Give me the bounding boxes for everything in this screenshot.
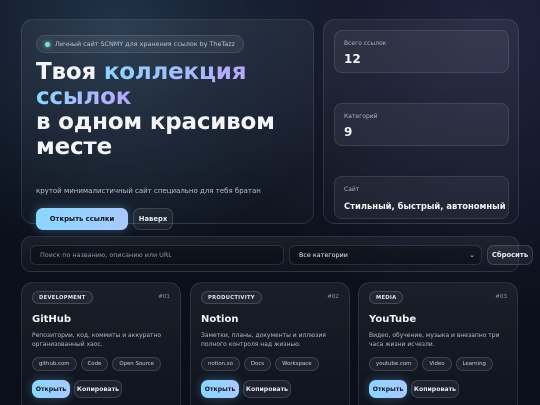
chip: Code bbox=[80, 357, 109, 371]
card-number: #03 bbox=[495, 294, 507, 300]
copy-button[interactable]: Копировать bbox=[74, 380, 122, 398]
stat-value: Стильный, быстрый, автономный bbox=[344, 201, 506, 211]
reset-button[interactable]: Сбросить bbox=[487, 245, 533, 265]
stat-label: Всего ссылок bbox=[344, 40, 387, 47]
search-input[interactable]: Поиск по названию, описанию или URL bbox=[30, 245, 284, 265]
site-badge: Личный сайт SCNMY для хранения ссылок by… bbox=[36, 35, 244, 53]
chip: Video bbox=[422, 357, 452, 371]
category-tag: DEVELOPMENT bbox=[32, 291, 93, 304]
chevron-down-icon: ⌄ bbox=[469, 251, 475, 259]
link-card-github: DEVELOPMENT #01 GitHub Репозитории, код,… bbox=[21, 282, 181, 405]
card-number: #01 bbox=[158, 294, 170, 300]
chip-list: github.com Code Open Source bbox=[32, 357, 161, 371]
filter-bar: Поиск по названию, описанию или URL Все … bbox=[21, 236, 533, 272]
card-description: Видео, обучение, музыка и внезапно три ч… bbox=[369, 332, 500, 348]
chip-list: notion.so Docs Workspace bbox=[201, 357, 319, 371]
stat-total-links: Всего ссылок 12 bbox=[334, 30, 509, 73]
chip: Workspace bbox=[275, 357, 319, 371]
hero-title-word: Твоя bbox=[36, 59, 97, 85]
copy-button[interactable]: Копировать bbox=[243, 380, 291, 398]
hero-subtitle: крутой минималистичный сайт специально д… bbox=[36, 187, 261, 195]
open-button[interactable]: Открыть bbox=[32, 380, 70, 398]
site-badge-text: Личный сайт SCNMY для хранения ссылок by… bbox=[55, 40, 235, 48]
hero-title-line: месте bbox=[36, 134, 112, 160]
chip: notion.so bbox=[201, 357, 240, 371]
chip: Docs bbox=[243, 357, 272, 371]
hero-title-highlight: ссылок bbox=[36, 84, 132, 110]
stats-panel: Всего ссылок 12 Категорий 9 Сайт Стильны… bbox=[323, 19, 519, 224]
chip: github.com bbox=[32, 357, 77, 371]
category-tag: MEDIA bbox=[369, 291, 404, 304]
stat-site: Сайт Стильный, быстрый, автономный bbox=[334, 176, 509, 219]
open-links-button[interactable]: Открыть ссылки bbox=[36, 208, 128, 230]
open-button[interactable]: Открыть bbox=[201, 380, 239, 398]
card-title: GitHub bbox=[32, 314, 72, 325]
link-card-youtube: MEDIA #03 YouTube Видео, обучение, музык… bbox=[358, 282, 518, 405]
hero-title-line: в одном красивом bbox=[36, 109, 275, 135]
category-select-value: Все категории bbox=[299, 251, 348, 259]
stat-label: Категорий bbox=[344, 113, 378, 120]
chip: Learning bbox=[455, 357, 493, 371]
chip: Open Source bbox=[112, 357, 161, 371]
card-description: Заметки, планы, документы и иллюзия полн… bbox=[201, 332, 326, 348]
chip: youtube.com bbox=[369, 357, 419, 371]
copy-button[interactable]: Копировать bbox=[411, 380, 459, 398]
card-description: Репозитории, код, коммиты и аккуратно ор… bbox=[32, 332, 162, 348]
category-select[interactable]: Все категории ⌄ bbox=[289, 245, 482, 265]
status-dot-icon bbox=[45, 41, 50, 47]
category-tag: PRODUCTIVITY bbox=[201, 291, 262, 304]
back-to-top-button[interactable]: Наверх bbox=[133, 208, 173, 230]
link-card-notion: PRODUCTIVITY #02 Notion Заметки, планы, … bbox=[190, 282, 350, 405]
stat-value: 9 bbox=[344, 125, 353, 139]
chip-list: youtube.com Video Learning bbox=[369, 357, 493, 371]
hero-title: Твоя коллекция ссылок в одном красивом м… bbox=[36, 60, 306, 160]
card-title: Notion bbox=[201, 314, 239, 325]
stat-label: Сайт bbox=[344, 186, 360, 193]
card-number: #02 bbox=[327, 294, 339, 300]
stat-categories: Категорий 9 bbox=[334, 103, 509, 146]
card-title: YouTube bbox=[369, 314, 417, 325]
hero-panel: Личный сайт SCNMY для хранения ссылок by… bbox=[21, 19, 314, 230]
stat-value: 12 bbox=[344, 52, 361, 66]
hero-title-highlight: коллекция bbox=[103, 59, 247, 85]
open-button[interactable]: Открыть bbox=[369, 380, 407, 398]
